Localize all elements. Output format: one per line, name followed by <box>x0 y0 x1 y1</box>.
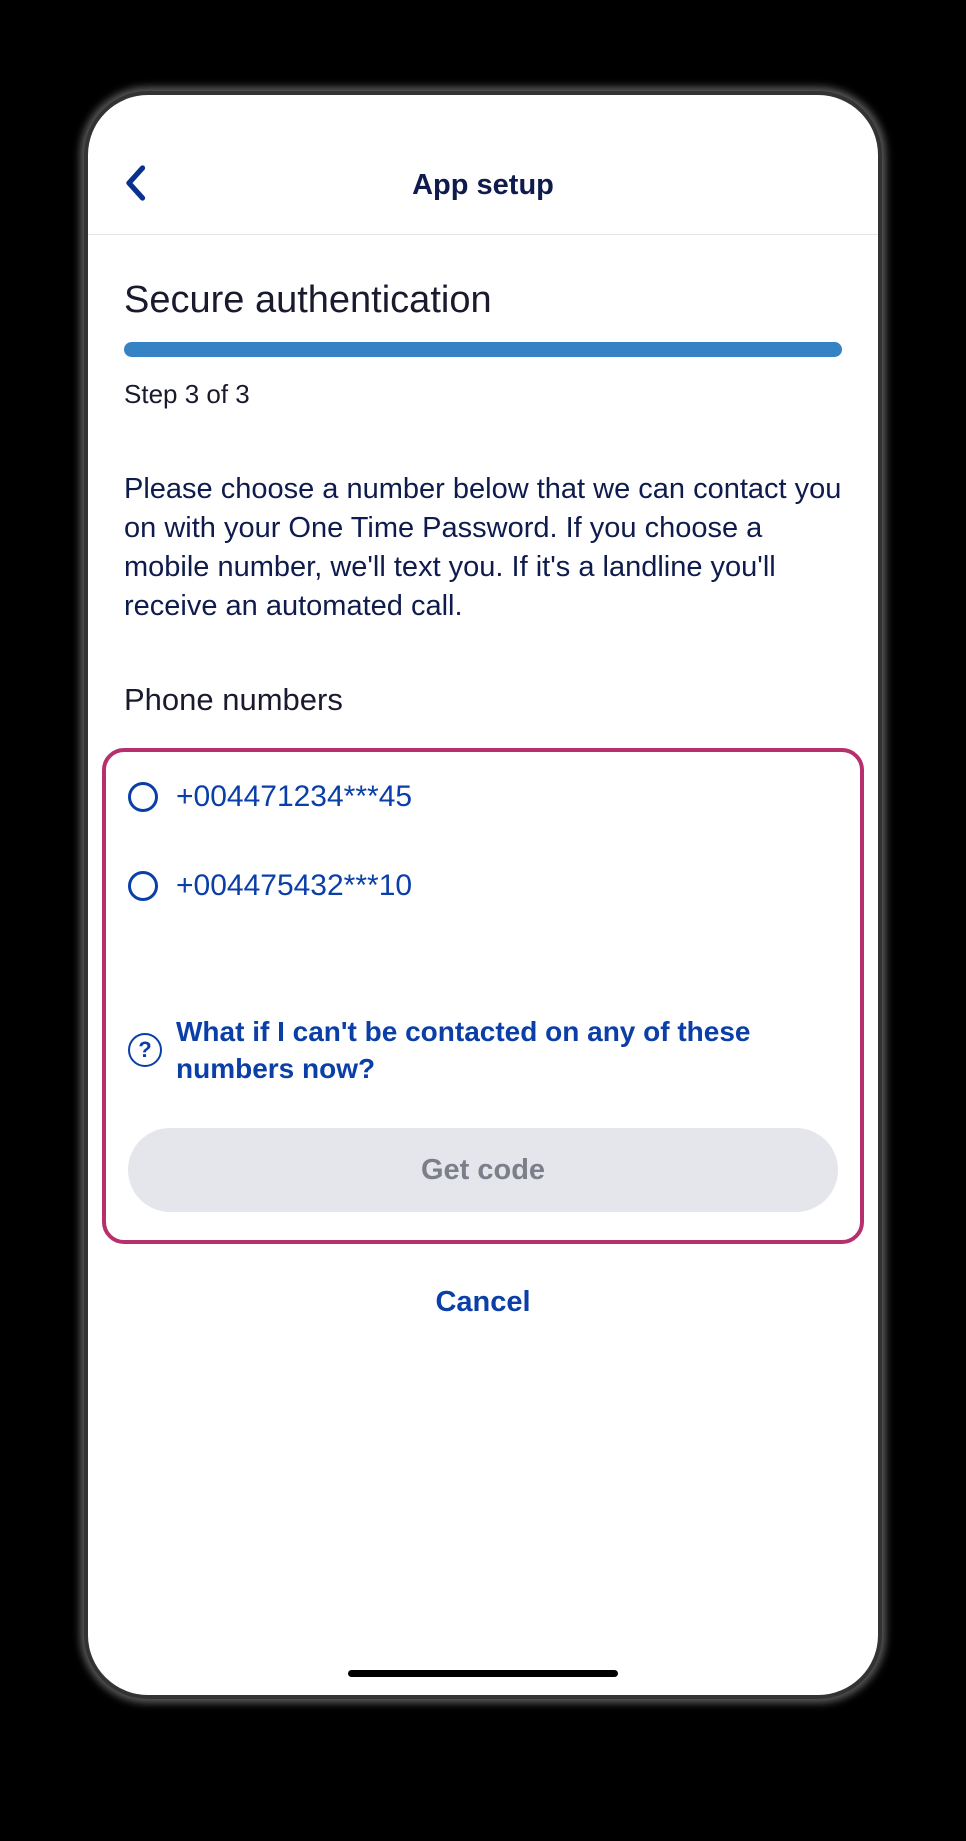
page-title: Secure authentication <box>124 279 842 322</box>
instruction-text: Please choose a number below that we can… <box>124 470 842 627</box>
step-label: Step 3 of 3 <box>124 379 842 410</box>
help-text: What if I can't be contacted on any of t… <box>176 1013 838 1089</box>
phone-option-1[interactable]: +004475432***10 <box>128 869 838 903</box>
phone-selection-box: +004471234***45 +004475432***10 ? What i… <box>102 748 864 1245</box>
header: App setup <box>88 95 878 235</box>
get-code-button[interactable]: Get code <box>128 1128 838 1212</box>
screen-content: App setup Secure authentication Step 3 o… <box>88 95 878 1319</box>
header-title: App setup <box>412 169 554 202</box>
phone-numbers-label: Phone numbers <box>124 682 842 718</box>
home-indicator[interactable] <box>348 1670 618 1677</box>
phone-frame: App setup Secure authentication Step 3 o… <box>88 95 878 1695</box>
radio-icon <box>128 871 158 901</box>
phone-option-label: +004471234***45 <box>176 780 412 814</box>
back-button[interactable] <box>124 165 146 206</box>
progress-bar <box>124 342 842 357</box>
phone-option-0[interactable]: +004471234***45 <box>128 780 838 814</box>
help-link[interactable]: ? What if I can't be contacted on any of… <box>128 1013 838 1089</box>
phone-option-label: +004475432***10 <box>176 869 412 903</box>
cancel-button[interactable]: Cancel <box>124 1286 842 1319</box>
question-icon: ? <box>128 1033 162 1067</box>
radio-icon <box>128 782 158 812</box>
chevron-left-icon <box>124 165 146 201</box>
